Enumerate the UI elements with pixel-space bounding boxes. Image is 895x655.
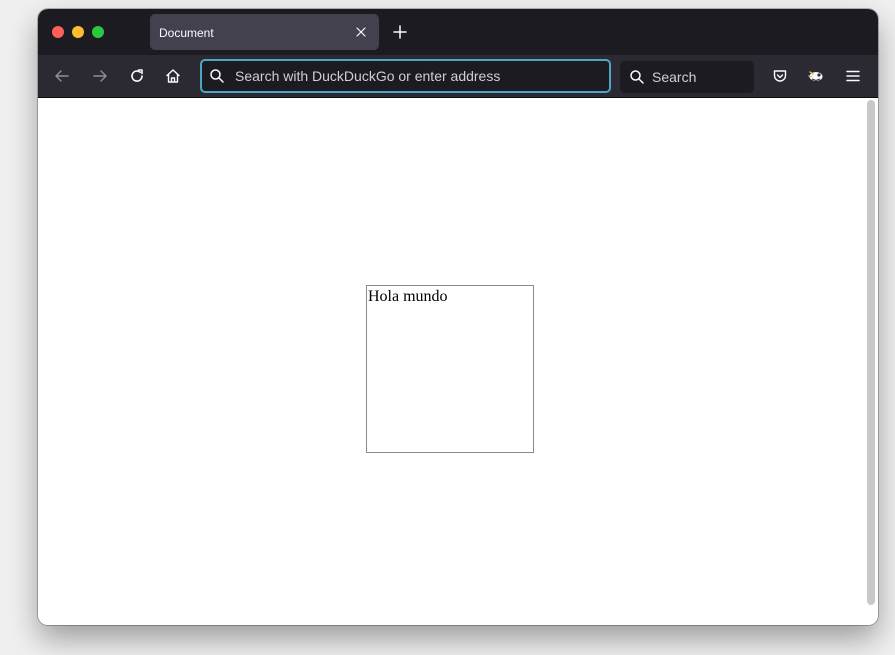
- vertical-scrollbar[interactable]: [867, 100, 875, 605]
- box-text: Hola mundo: [368, 288, 448, 305]
- arrow-right-icon: [93, 70, 107, 82]
- forward-button[interactable]: [90, 66, 110, 86]
- search-icon: [630, 70, 644, 84]
- window-maximize-button[interactable]: [92, 26, 104, 38]
- url-bar[interactable]: [200, 59, 611, 93]
- search-input[interactable]: [652, 68, 748, 86]
- new-tab-button[interactable]: [390, 22, 410, 42]
- arrow-left-icon: [55, 70, 69, 82]
- home-icon: [166, 69, 180, 83]
- plus-icon: [393, 25, 407, 39]
- home-button[interactable]: [163, 66, 183, 86]
- window-close-button[interactable]: [52, 26, 64, 38]
- search-bar[interactable]: [620, 61, 754, 93]
- bordered-box: Hola mundo: [366, 285, 534, 453]
- hamburger-menu-icon: [846, 70, 860, 82]
- tab-title: Document: [159, 26, 214, 40]
- window-minimize-button[interactable]: [72, 26, 84, 38]
- url-input[interactable]: [235, 67, 595, 85]
- extension-button[interactable]: [806, 66, 826, 86]
- title-bar: Document: [38, 9, 878, 55]
- search-icon: [210, 69, 224, 83]
- browser-window: Document Search with DuckDuckGo or enter…: [38, 9, 878, 625]
- tab-close-button[interactable]: [351, 22, 371, 42]
- menu-button[interactable]: [843, 66, 863, 86]
- navigation-toolbar: [38, 55, 878, 98]
- page-content: Hola mundo: [38, 98, 878, 625]
- tab-document[interactable]: Document: [150, 14, 379, 50]
- reload-icon: [131, 69, 143, 82]
- pocket-icon: [773, 70, 787, 82]
- back-button[interactable]: [52, 66, 72, 86]
- close-icon: [356, 27, 366, 37]
- pocket-button[interactable]: [770, 66, 790, 86]
- extension-icon: [808, 71, 823, 82]
- reload-button[interactable]: [127, 66, 147, 86]
